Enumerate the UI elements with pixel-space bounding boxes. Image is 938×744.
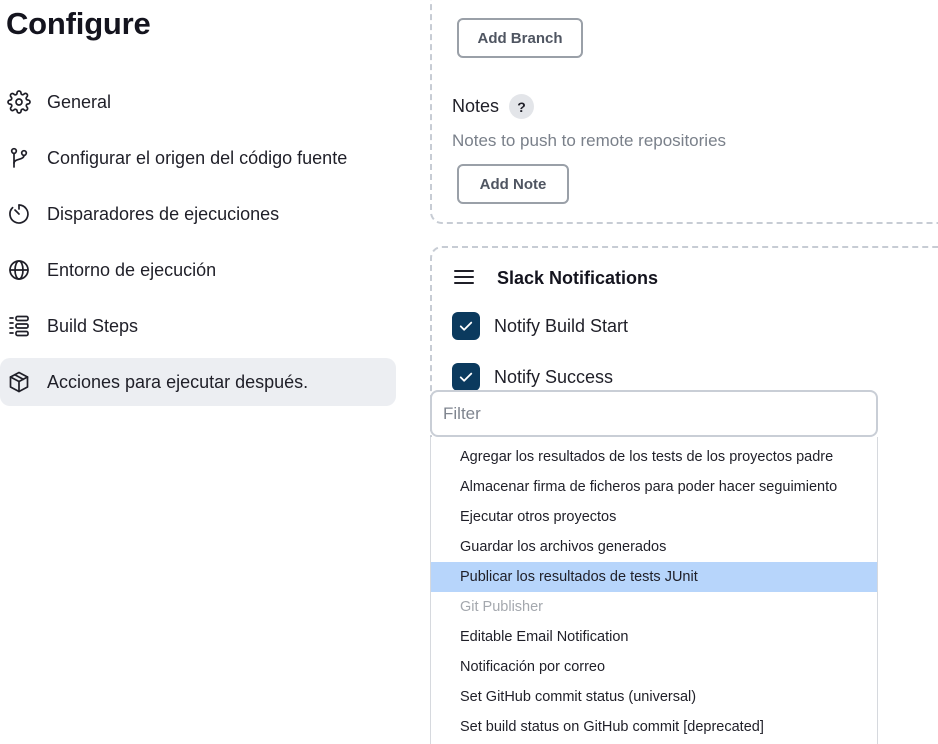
add-note-button[interactable]: Add Note xyxy=(457,164,569,204)
notes-label: Notes xyxy=(452,96,500,116)
drag-handle-icon[interactable] xyxy=(454,270,474,286)
post-build-action-dropdown: Agregar los resultados de los tests de l… xyxy=(430,437,878,744)
sidebar-item-label: Acciones para ejecutar después. xyxy=(47,371,309,392)
section-title: Slack Notifications xyxy=(497,268,659,288)
sidebar-item-build-steps[interactable]: Build Steps xyxy=(0,302,396,350)
sidebar-item-label: Entorno de ejecución xyxy=(47,259,217,280)
notify-success-label[interactable]: Notify Success xyxy=(494,367,613,388)
notes-help-button[interactable]: ? xyxy=(509,94,534,119)
sidebar-item-label: Configurar el origen del código fuente xyxy=(47,147,348,168)
dropdown-item[interactable]: Notificación por correo xyxy=(431,652,877,682)
sidebar-item-label: General xyxy=(47,91,112,112)
sidebar-nav: General Configurar el origen del código … xyxy=(0,78,396,414)
check-icon xyxy=(459,372,473,382)
dropdown-item[interactable]: Ejecutar otros proyectos xyxy=(431,502,877,532)
sidebar-item-triggers[interactable]: Disparadores de ejecuciones xyxy=(0,190,396,238)
notify-success-checkbox[interactable] xyxy=(452,363,480,391)
globe-icon xyxy=(6,257,32,283)
dropdown-item[interactable]: Almacenar firma de ficheros para poder h… xyxy=(431,472,877,502)
package-icon xyxy=(6,369,32,395)
list-steps-icon xyxy=(6,313,32,339)
add-branch-button[interactable]: Add Branch xyxy=(457,18,583,58)
dropdown-item-selected[interactable]: Publicar los resultados de tests JUnit xyxy=(431,562,877,592)
branch-icon xyxy=(6,145,32,171)
notify-build-start-checkbox[interactable] xyxy=(452,312,480,340)
sidebar-item-source-code[interactable]: Configurar el origen del código fuente xyxy=(0,134,396,182)
dropdown-item[interactable]: Guardar los archivos generados xyxy=(431,532,877,562)
sidebar-item-label: Disparadores de ejecuciones xyxy=(47,203,280,224)
sidebar-item-general[interactable]: General xyxy=(0,78,396,126)
check-icon xyxy=(459,321,473,331)
timer-icon xyxy=(6,201,32,227)
dropdown-item[interactable]: Set build status on GitHub commit [depre… xyxy=(431,712,877,742)
dropdown-item[interactable]: Set GitHub commit status (universal) xyxy=(431,682,877,712)
gear-icon xyxy=(6,89,32,115)
notify-build-start-label[interactable]: Notify Build Start xyxy=(494,316,628,337)
filter-input[interactable] xyxy=(430,390,878,437)
notes-description: Notes to push to remote repositories xyxy=(452,131,727,150)
sidebar-item-environment[interactable]: Entorno de ejecución xyxy=(0,246,396,294)
sidebar-item-label: Build Steps xyxy=(47,315,139,336)
dropdown-item-disabled: Git Publisher xyxy=(460,599,544,615)
page-title: Configure xyxy=(6,6,151,41)
sidebar-item-post-build-actions[interactable]: Acciones para ejecutar después. xyxy=(0,358,396,406)
dropdown-item[interactable]: Editable Email Notification xyxy=(431,622,877,652)
dropdown-item[interactable]: Agregar los resultados de los tests de l… xyxy=(431,442,877,472)
